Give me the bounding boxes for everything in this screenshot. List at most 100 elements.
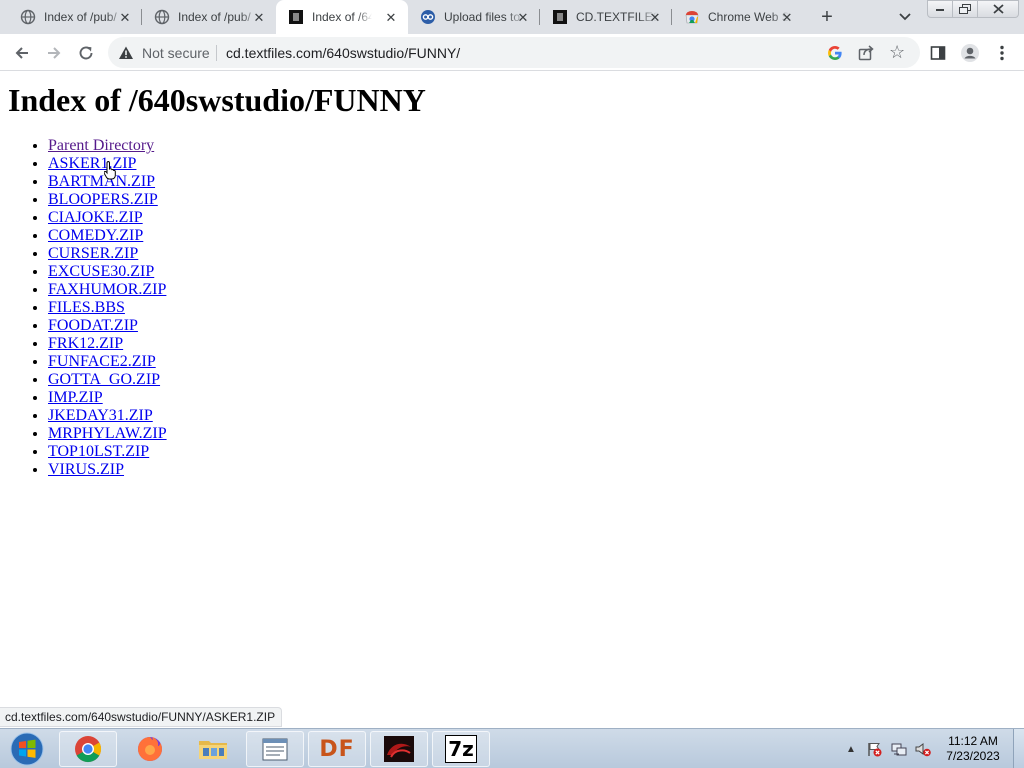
reload-button[interactable] [74, 41, 98, 65]
file-link[interactable]: EXCUSE30.ZIP [48, 263, 154, 280]
file-link[interactable]: FOODAT.ZIP [48, 317, 138, 334]
7zip-label: 7z [448, 737, 474, 761]
google-translate-icon[interactable] [826, 44, 844, 62]
back-arrow-icon [15, 47, 28, 59]
firefox-icon [138, 737, 162, 761]
address-bar[interactable]: Not secure cd.textfiles.com/640swstudio/… [108, 37, 920, 68]
list-item: MRPHYLAW.ZIP [48, 425, 167, 443]
window-close-button[interactable] [977, 0, 1019, 18]
notepad-icon [262, 738, 288, 761]
start-button[interactable] [2, 730, 52, 768]
security-label[interactable]: Not secure [142, 45, 210, 61]
profile-button[interactable] [958, 41, 982, 65]
close-icon[interactable]: ✕ [252, 10, 266, 24]
file-link[interactable]: MRPHYLAW.ZIP [48, 425, 167, 442]
tab-1[interactable]: Index of /pub/ ✕ [8, 0, 142, 34]
textfiles-icon [288, 9, 304, 25]
taskbar-7zip[interactable]: 7z [432, 731, 490, 767]
file-link[interactable]: BLOOPERS.ZIP [48, 191, 158, 208]
taskbar-notepad[interactable] [246, 731, 304, 767]
page-content: Index of /640swstudio/FUNNY Parent Direc… [0, 72, 1024, 727]
warning-icon[interactable] [118, 45, 134, 61]
file-link[interactable]: BARTMAN.ZIP [48, 173, 155, 190]
clock-time: 11:12 AM [948, 734, 998, 748]
windows-start-icon [10, 732, 44, 766]
close-icon[interactable]: ✕ [780, 10, 794, 24]
globe-icon [20, 9, 36, 25]
action-center-flag-icon[interactable] [866, 741, 882, 757]
file-link[interactable]: CIAJOKE.ZIP [48, 209, 143, 226]
kebab-menu-icon [1000, 45, 1004, 61]
list-item: FAXHUMOR.ZIP [48, 281, 167, 299]
close-icon[interactable]: ✕ [648, 10, 662, 24]
minimize-icon [936, 9, 944, 11]
back-button[interactable] [10, 41, 34, 65]
taskbar-file-explorer[interactable] [184, 731, 242, 767]
file-link[interactable]: ASKER1.ZIP [48, 155, 136, 172]
list-item: Parent Directory [48, 137, 167, 155]
url-text[interactable]: cd.textfiles.com/640swstudio/FUNNY/ [226, 45, 460, 61]
system-clock[interactable]: 11:12 AM 7/23/2023 [940, 734, 1006, 764]
upload-service-icon [420, 9, 436, 25]
hand-cursor-icon [104, 161, 116, 180]
globe-icon [154, 9, 170, 25]
taskbar-firefox[interactable] [121, 731, 179, 767]
list-item: FILES.BBS [48, 299, 167, 317]
list-item: VIRUS.ZIP [48, 461, 167, 479]
omnibox-divider [216, 45, 217, 61]
bookmark-star-icon[interactable]: ☆ [889, 43, 907, 61]
close-icon[interactable]: ✕ [384, 10, 398, 24]
list-item: CIAJOKE.ZIP [48, 209, 167, 227]
tab-title: Chrome Web Store [708, 10, 790, 24]
file-explorer-icon [199, 741, 227, 759]
list-item: FOODAT.ZIP [48, 317, 167, 335]
forward-button[interactable] [42, 41, 66, 65]
red-app-icon [384, 736, 414, 762]
close-icon[interactable]: ✕ [118, 10, 132, 24]
tab-4[interactable]: Upload files to ✕ [408, 0, 540, 34]
tab-search-button[interactable] [896, 8, 914, 26]
show-hidden-icons-button[interactable]: ▲ [846, 744, 856, 755]
volume-muted-icon[interactable] [915, 741, 931, 757]
file-link[interactable]: JKEDAY31.ZIP [48, 407, 153, 424]
tab-title: CD.TEXTFILES.COM [576, 10, 658, 24]
list-item: EXCUSE30.ZIP [48, 263, 167, 281]
file-link[interactable]: FILES.BBS [48, 299, 125, 316]
page-title: Index of /640swstudio/FUNNY [8, 82, 426, 118]
file-link[interactable]: FUNFACE2.ZIP [48, 353, 156, 370]
parent-directory-link[interactable]: Parent Directory [48, 137, 154, 154]
file-link[interactable]: IMP.ZIP [48, 389, 103, 406]
file-link[interactable]: CURSER.ZIP [48, 245, 138, 262]
share-icon[interactable] [857, 44, 875, 62]
tab-strip: Index of /pub/ ✕ Index of /pub/ ✕ Index … [0, 0, 1024, 34]
taskbar-chrome[interactable] [59, 731, 117, 767]
restore-button[interactable] [952, 0, 978, 18]
menu-button[interactable] [990, 41, 1014, 65]
tab-title: Index of /pub/ [44, 10, 117, 24]
file-link[interactable]: VIRUS.ZIP [48, 461, 124, 478]
taskbar-df-app[interactable]: DF [308, 731, 366, 767]
close-icon[interactable]: ✕ [516, 10, 530, 24]
show-desktop-button[interactable] [1013, 729, 1024, 768]
file-link[interactable]: TOP10LST.ZIP [48, 443, 149, 460]
side-panel-button[interactable] [926, 41, 950, 65]
list-item: IMP.ZIP [48, 389, 167, 407]
tab-6[interactable]: Chrome Web Store ✕ [672, 0, 804, 34]
list-item: BLOOPERS.ZIP [48, 191, 167, 209]
tab-3-active[interactable]: Index of /640swstudio/FUNNY ✕ [276, 0, 408, 34]
side-panel-icon [930, 46, 946, 60]
taskbar-red-app[interactable] [370, 731, 428, 767]
browser-toolbar: Not secure cd.textfiles.com/640swstudio/… [0, 34, 1024, 71]
list-item: GOTTA_GO.ZIP [48, 371, 167, 389]
tab-5[interactable]: CD.TEXTFILES.COM ✕ [540, 0, 672, 34]
file-link[interactable]: COMEDY.ZIP [48, 227, 143, 244]
file-link[interactable]: FAXHUMOR.ZIP [48, 281, 166, 298]
file-link[interactable]: GOTTA_GO.ZIP [48, 371, 160, 388]
7zip-icon: 7z [445, 735, 477, 763]
new-tab-button[interactable]: + [816, 6, 838, 28]
network-icon[interactable] [891, 741, 907, 757]
tab-2[interactable]: Index of /pub/ ✕ [142, 0, 276, 34]
minimize-button[interactable] [927, 0, 953, 18]
avatar-icon [961, 44, 979, 62]
file-link[interactable]: FRK12.ZIP [48, 335, 123, 352]
